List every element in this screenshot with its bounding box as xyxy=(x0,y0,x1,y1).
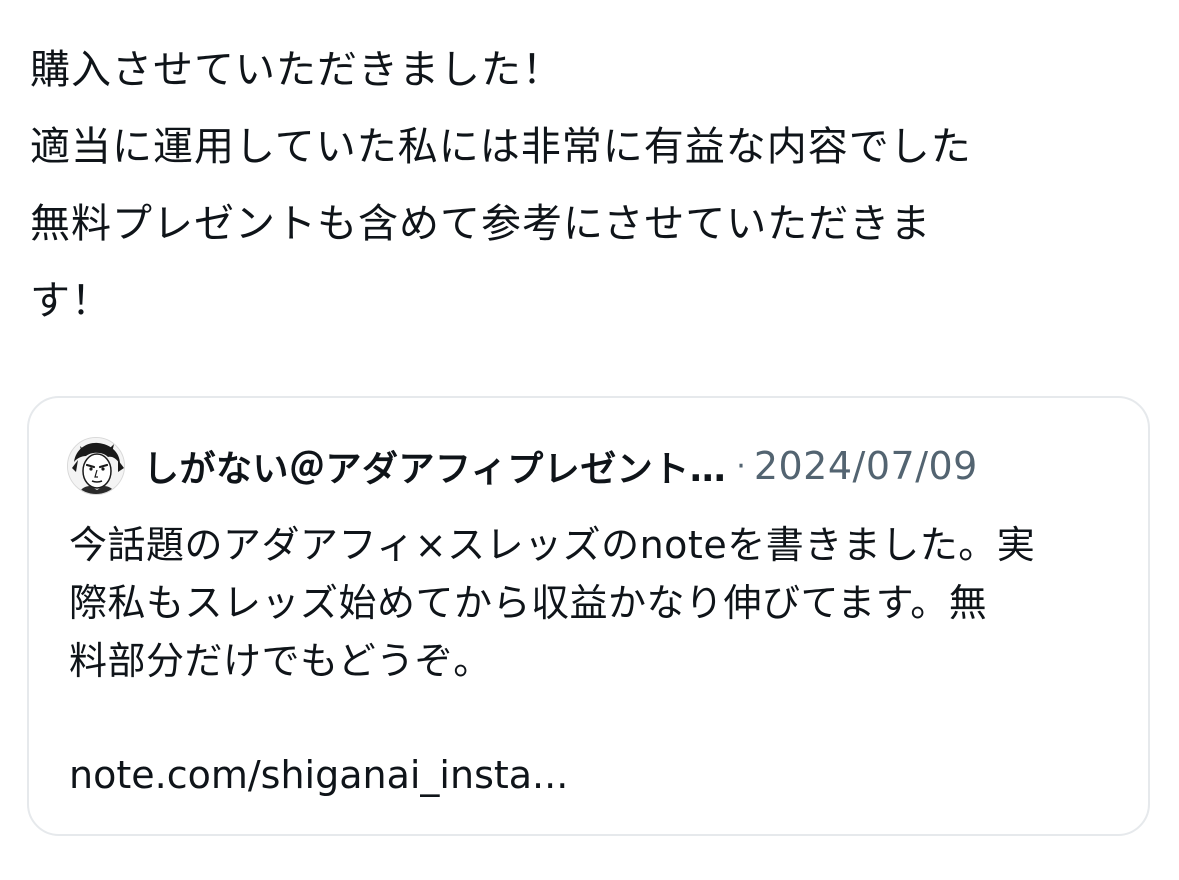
post-text-line: 無料プレゼントも含めて参考にさせていただきま xyxy=(30,201,932,247)
avatar[interactable] xyxy=(67,437,125,495)
quoted-post-link[interactable]: note.com/shiganai_insta... xyxy=(69,746,568,804)
post-text-line: す！ xyxy=(30,278,112,324)
meta-separator: · xyxy=(736,448,746,484)
quoted-post-body-line: 料部分だけでもどうぞ。 xyxy=(69,639,492,683)
post-text: 購入させていただきました！ 適当に運用していた私には非常に有益な内容でした 無料… xyxy=(30,32,1150,340)
quoted-post-body-line: 際私もスレッズ始めてから収益かなり伸びてます。無 xyxy=(69,581,988,625)
post-text-line: 適当に運用していた私には非常に有益な内容でした xyxy=(30,124,972,170)
post-date[interactable]: 2024/07/09 xyxy=(754,444,978,488)
quoted-post-body: 今話題のアダアフィ×スレッズのnoteを書きました。実 際私もスレッズ始めてから… xyxy=(69,516,1129,690)
quoted-post-header: しがない＠アダアフィプレゼント… · 2024/07/09 xyxy=(67,436,978,496)
quoted-post-body-line: 今話題のアダアフィ×スレッズのnoteを書きました。実 xyxy=(69,523,1036,567)
post-text-line: 購入させていただきました！ xyxy=(30,47,563,93)
avatar-manga-portrait-icon xyxy=(68,438,124,494)
quoted-post-card[interactable]: しがない＠アダアフィプレゼント… · 2024/07/09 今話題のアダアフィ×… xyxy=(27,396,1150,836)
author-name[interactable]: しがない＠アダアフィプレゼント… xyxy=(143,440,726,492)
